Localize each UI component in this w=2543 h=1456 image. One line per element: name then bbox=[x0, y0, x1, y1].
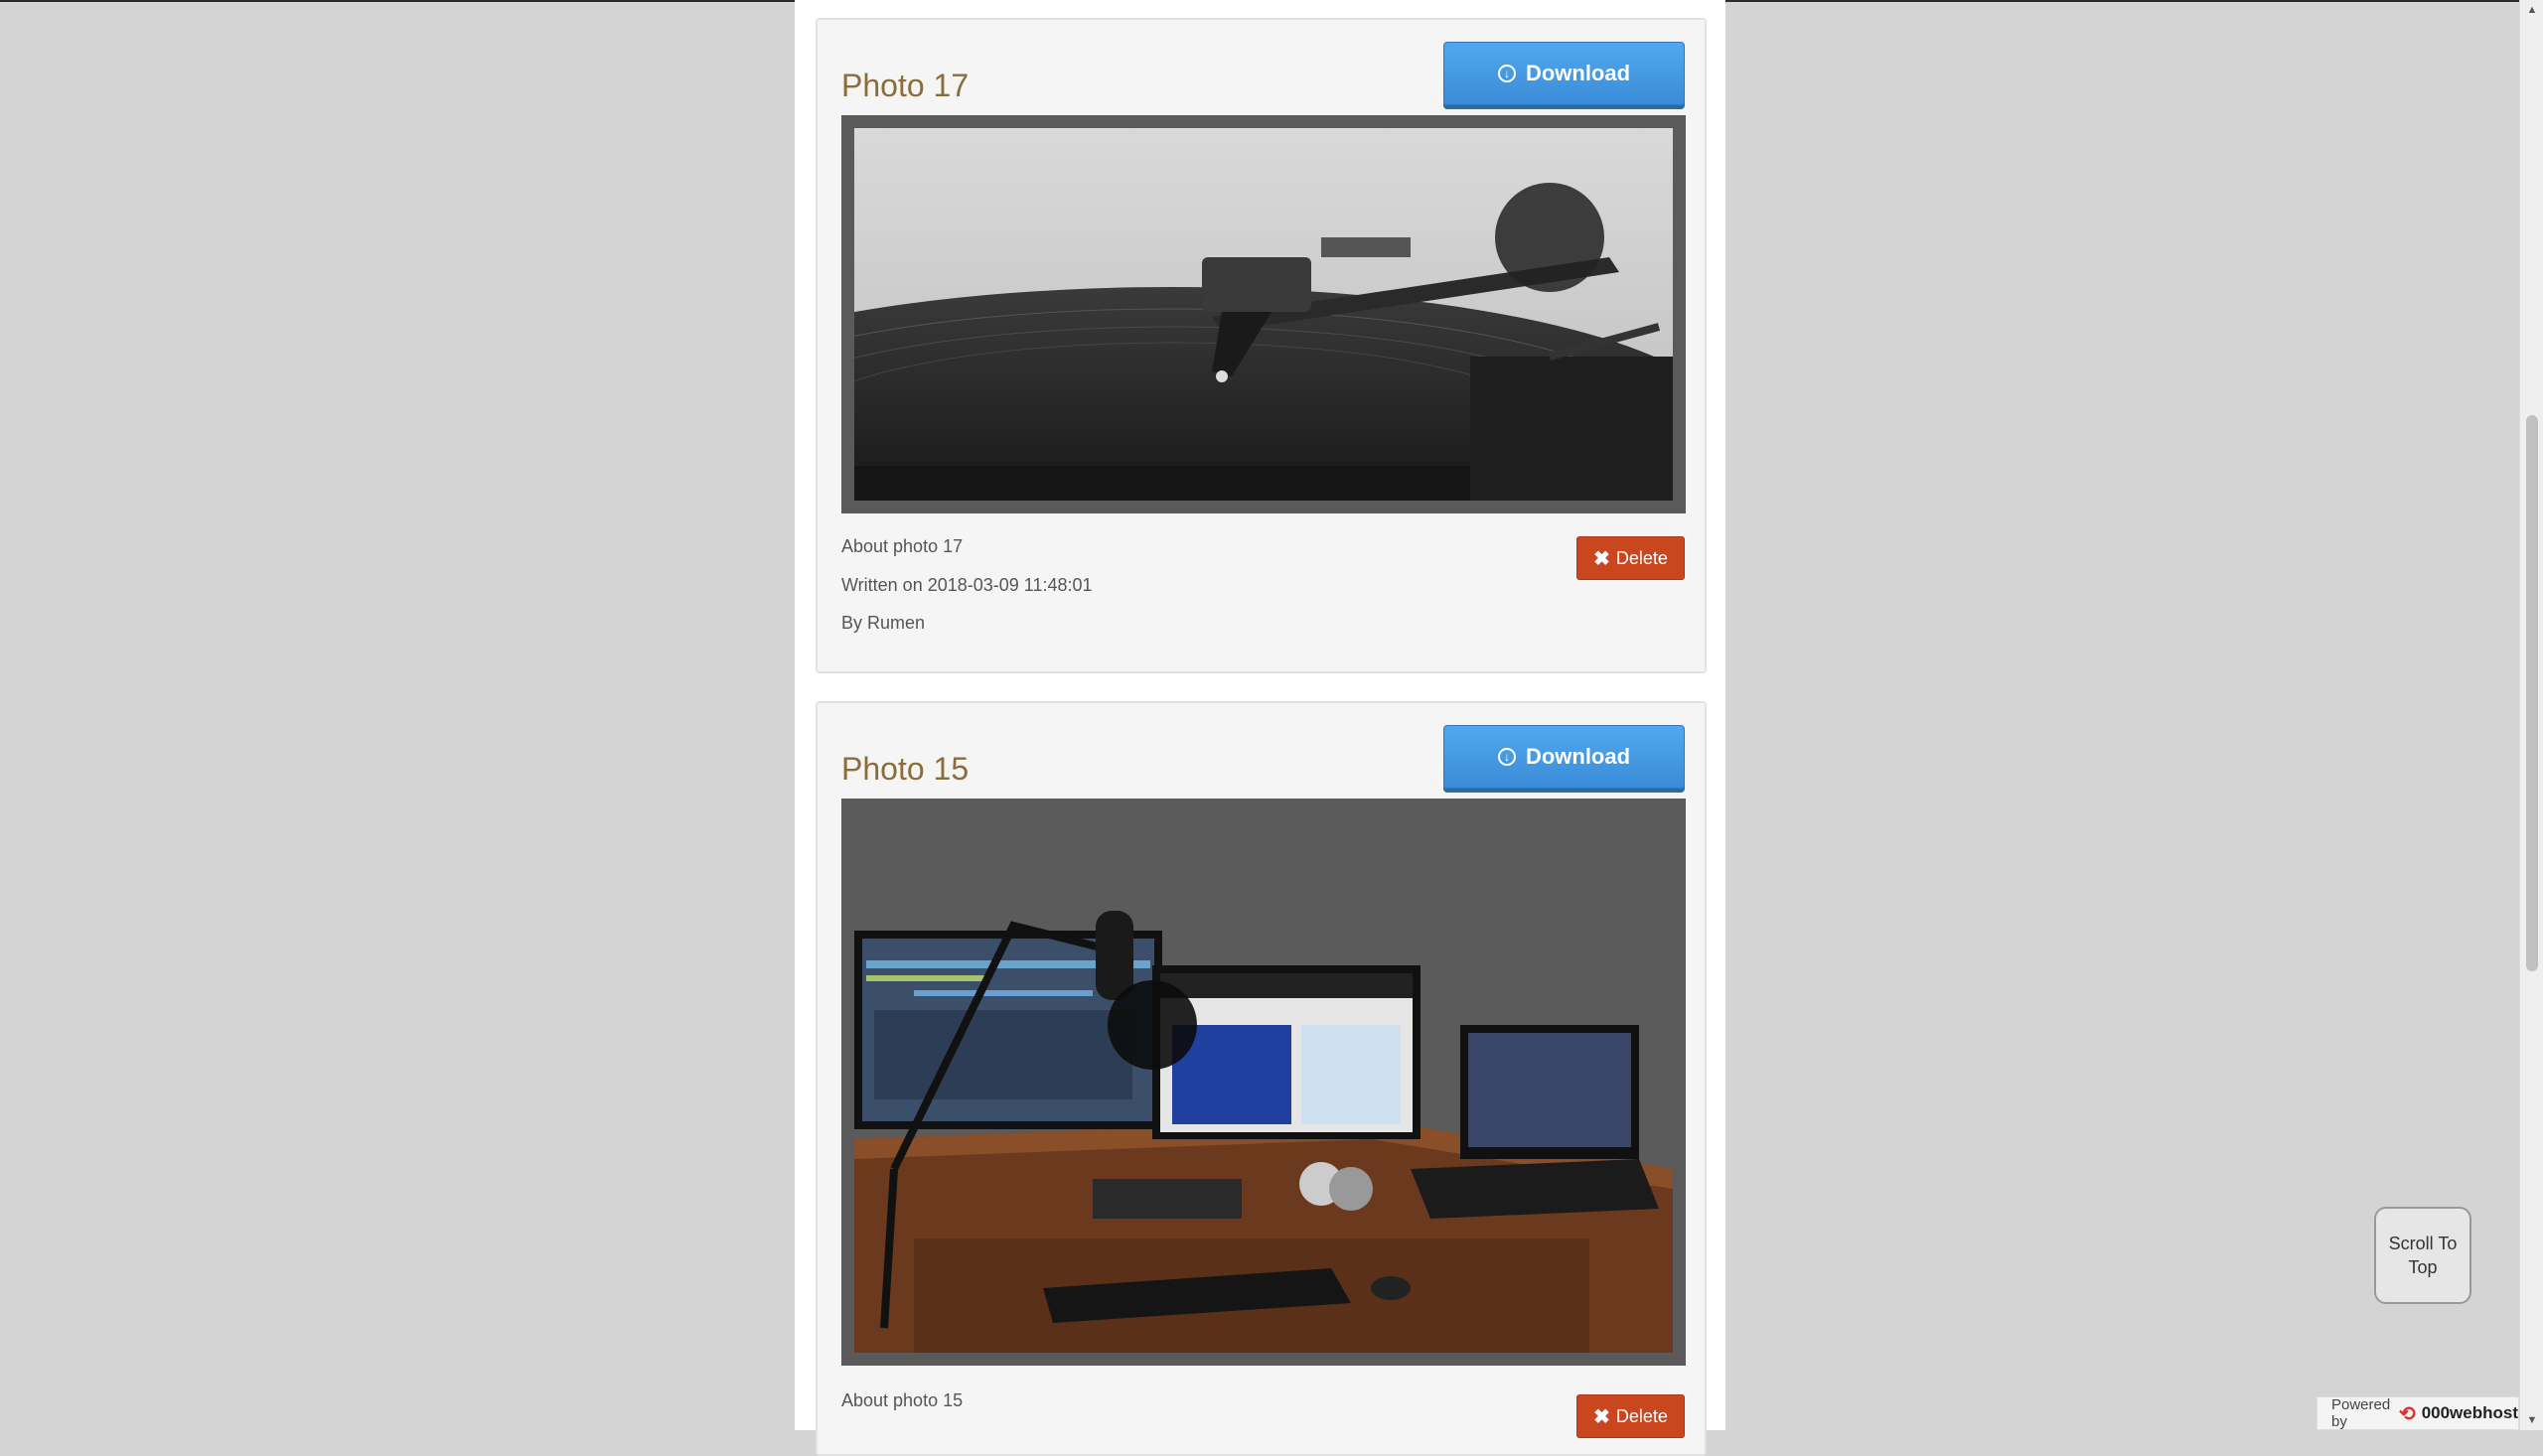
download-icon: ↓ bbox=[1497, 65, 1516, 82]
post-about: About photo 17 bbox=[841, 536, 964, 556]
vertical-scrollbar[interactable]: ▲ ▼ bbox=[2519, 0, 2543, 1430]
powered-by-label: Powered by bbox=[2331, 1396, 2391, 1430]
download-button[interactable]: ↓ Download bbox=[1443, 42, 1685, 105]
post-date: Written on 2018-03-09 11:48:01 bbox=[841, 575, 1093, 595]
close-icon: ✖ bbox=[1593, 1405, 1610, 1428]
delete-button[interactable]: ✖ Delete bbox=[1576, 536, 1685, 580]
powered-by-brand: 000webhost bbox=[2421, 1403, 2518, 1422]
scroll-to-top-button[interactable]: Scroll To Top bbox=[2374, 1207, 2471, 1304]
photo-post: Photo 17 ↓ Download About photo 17 Writt… bbox=[816, 18, 1707, 673]
delete-label: Delete bbox=[1615, 547, 1668, 568]
download-label: Download bbox=[1525, 744, 1631, 769]
post-photo bbox=[854, 811, 1673, 1353]
close-icon: ✖ bbox=[1593, 547, 1610, 570]
post-photo bbox=[854, 128, 1673, 501]
photo-frame bbox=[841, 799, 1686, 1366]
scroll-up-arrow-icon[interactable]: ▲ bbox=[2520, 0, 2543, 20]
post-title: Photo 17 bbox=[841, 68, 970, 103]
download-icon: ↓ bbox=[1497, 748, 1516, 766]
scrollbar-thumb[interactable] bbox=[2526, 415, 2538, 971]
photo-frame bbox=[841, 115, 1686, 513]
powered-by-badge[interactable]: Powered by ⟲ 000webhost bbox=[2317, 1396, 2519, 1430]
studio-image bbox=[854, 811, 1673, 1353]
delete-button[interactable]: ✖ Delete bbox=[1576, 1394, 1685, 1438]
download-label: Download bbox=[1525, 61, 1631, 85]
post-title: Photo 15 bbox=[841, 751, 970, 787]
post-author: By Rumen bbox=[841, 613, 926, 633]
scroll-down-arrow-icon[interactable]: ▼ bbox=[2520, 1410, 2543, 1430]
download-button[interactable]: ↓ Download bbox=[1443, 725, 1685, 789]
photo-post: Photo 15 ↓ Download About photo 15 ✖ Del… bbox=[816, 701, 1707, 1456]
delete-label: Delete bbox=[1615, 1405, 1668, 1426]
post-about: About photo 15 bbox=[841, 1390, 964, 1410]
webhost-logo-icon: ⟲ bbox=[2398, 1402, 2416, 1425]
turntable-image bbox=[854, 128, 1673, 501]
